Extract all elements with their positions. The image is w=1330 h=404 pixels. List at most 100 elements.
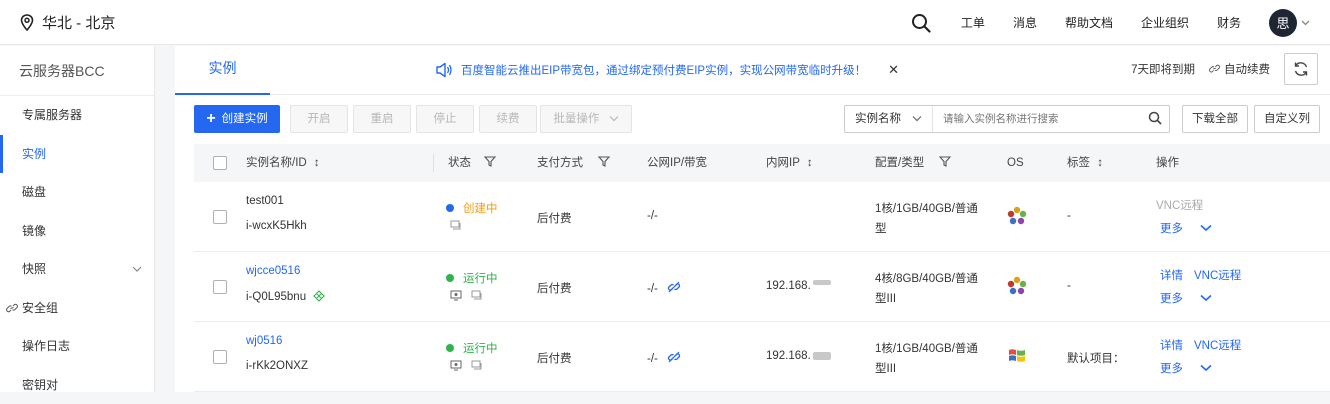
tags: 默认项目： (1067, 350, 1125, 366)
sidebar-item-operation-log[interactable]: 操作日志 (0, 327, 154, 366)
sort-icon[interactable]: ↕ (1097, 157, 1103, 169)
header-tags-label: 标签 (1067, 157, 1090, 169)
sidebar-item-instances[interactable]: 实例 (0, 135, 154, 174)
monitor-icon[interactable] (471, 290, 483, 301)
user-menu[interactable]: 思 (1269, 9, 1310, 37)
batch-operations-button[interactable]: 批量操作 (540, 105, 632, 133)
nav-organization[interactable]: 企业组织 (1141, 14, 1189, 31)
instance-name-link[interactable]: wj0516 (246, 335, 282, 347)
bind-eip-icon[interactable] (667, 280, 681, 294)
renew-button[interactable]: 续费 (479, 105, 537, 133)
detail-link[interactable]: 详情 (1160, 337, 1183, 353)
row-checkbox[interactable] (213, 350, 227, 364)
search-field-label: 实例名称 (855, 113, 901, 125)
sidebar-item-dedicated-server[interactable]: 专属服务器 (0, 96, 154, 135)
search-field-select[interactable]: 实例名称 (845, 106, 933, 132)
vnc-monitor-icon[interactable] (450, 360, 462, 371)
config-line1: 4核/8GB/40GB/普通 (875, 270, 978, 286)
row-checkbox[interactable] (213, 210, 227, 224)
private-ip-cell: 192.168. (766, 350, 831, 362)
right-tools: 7天即将到期 自动续费 (1131, 53, 1318, 85)
header-name-label: 实例名称/ID (246, 157, 307, 169)
more-actions-label: 更多 (1160, 363, 1183, 375)
speaker-icon (435, 62, 453, 78)
config-line1: 1核/1GB/40GB/普通 (875, 340, 978, 356)
start-button[interactable]: 开启 (290, 105, 348, 133)
monitor-icon[interactable] (471, 360, 483, 371)
bind-eip-icon[interactable] (667, 350, 681, 364)
stop-button[interactable]: 停止 (416, 105, 474, 133)
header-payment-label: 支付方式 (537, 157, 583, 169)
sidebar-item-snapshots[interactable]: 快照 (0, 250, 154, 289)
instance-id-cell: i-Q0L95bnu (246, 290, 325, 303)
public-ip: -/- (647, 210, 658, 222)
detail-link[interactable]: 详情 (1160, 267, 1183, 283)
link-icon (6, 289, 18, 327)
header-tags[interactable]: 标签 ↕ (1067, 144, 1147, 182)
header-config: 配置/类型 (875, 144, 995, 182)
more-actions-link[interactable]: 更多 (1160, 220, 1212, 236)
chevron-down-icon (1301, 20, 1310, 26)
refresh-button[interactable] (1284, 53, 1318, 85)
sidebar-item-images[interactable]: 镜像 (0, 212, 154, 251)
instance-name-link[interactable]: wjcce0516 (246, 265, 300, 277)
nav-ticket[interactable]: 工单 (961, 14, 985, 31)
vnc-monitor-icon[interactable] (450, 290, 462, 301)
config-line2: 型III (875, 290, 896, 306)
header-private-ip-label: 内网IP (766, 157, 800, 169)
search-box: 实例名称 (844, 105, 1170, 133)
status-dot (446, 344, 454, 352)
download-all-button[interactable]: 下载全部 (1182, 105, 1248, 133)
tab-instances[interactable]: 实例 (175, 46, 270, 95)
select-all-checkbox[interactable] (213, 156, 227, 170)
tags: - (1067, 280, 1071, 292)
header-payment: 支付方式 (537, 144, 637, 182)
search-icon[interactable] (911, 13, 931, 33)
sidebar-item-disks[interactable]: 磁盘 (0, 173, 154, 212)
nav-messages[interactable]: 消息 (1013, 14, 1037, 31)
search-icon[interactable] (1141, 111, 1169, 128)
row-status-icons (450, 360, 489, 372)
auto-renew-link[interactable]: 自动续费 (1209, 61, 1270, 77)
nav-finance[interactable]: 财务 (1217, 14, 1241, 31)
sidebar-item-security-group[interactable]: 安全组 (0, 289, 154, 328)
top-bar: 华北 - 北京 工单 消息 帮助文档 企业组织 财务 思 (0, 0, 1330, 45)
status-label: 创建中 (463, 203, 498, 215)
header-private-ip[interactable]: 内网IP ↕ (766, 144, 866, 182)
vnc-remote-link[interactable]: VNC远程 (1156, 197, 1203, 213)
sort-icon[interactable]: ↕ (314, 157, 320, 169)
monitor-icon[interactable] (450, 220, 462, 234)
row-checkbox[interactable] (213, 280, 227, 294)
nav-help-docs[interactable]: 帮助文档 (1065, 14, 1113, 31)
sidebar: 云服务器BCC 专属服务器 实例 磁盘 镜像 快照 安全组 操作日志 密钥对 (0, 46, 155, 392)
header-os: OS (1007, 144, 1057, 182)
filter-icon[interactable] (939, 156, 951, 167)
network-icon[interactable] (313, 290, 325, 302)
public-ip: -/- (647, 353, 658, 365)
filter-icon[interactable] (598, 156, 610, 167)
filter-icon[interactable] (484, 156, 496, 167)
region-selector[interactable]: 华北 - 北京 (20, 12, 115, 33)
restart-button[interactable]: 重启 (353, 105, 411, 133)
header-name[interactable]: 实例名称/ID ↕ (246, 144, 426, 182)
sidebar-item-key-pairs[interactable]: 密钥对 (0, 366, 154, 404)
more-actions-link[interactable]: 更多 (1160, 290, 1212, 306)
vnc-remote-link[interactable]: VNC远程 (1194, 267, 1241, 283)
more-actions-link[interactable]: 更多 (1160, 360, 1212, 376)
vnc-remote-link[interactable]: VNC远程 (1194, 337, 1241, 353)
create-instance-button[interactable]: +创建实例 (194, 105, 280, 133)
chevron-down-icon (609, 115, 619, 122)
public-ip: -/- (647, 283, 658, 295)
close-icon[interactable]: ✕ (888, 62, 899, 78)
custom-columns-button[interactable]: 自定义列 (1254, 105, 1320, 133)
more-actions-label: 更多 (1160, 293, 1183, 305)
search-input[interactable] (933, 107, 1141, 131)
expiring-filter[interactable]: 7天即将到期 (1131, 61, 1195, 77)
sort-icon[interactable]: ↕ (807, 157, 813, 169)
linux-icon (1007, 206, 1027, 229)
status-badge: 运行中 (446, 340, 498, 356)
auto-renew-label: 自动续费 (1224, 61, 1270, 77)
config-line2: 型 (875, 220, 887, 236)
link-icon (1209, 64, 1220, 75)
create-instance-label: 创建实例 (222, 113, 268, 125)
